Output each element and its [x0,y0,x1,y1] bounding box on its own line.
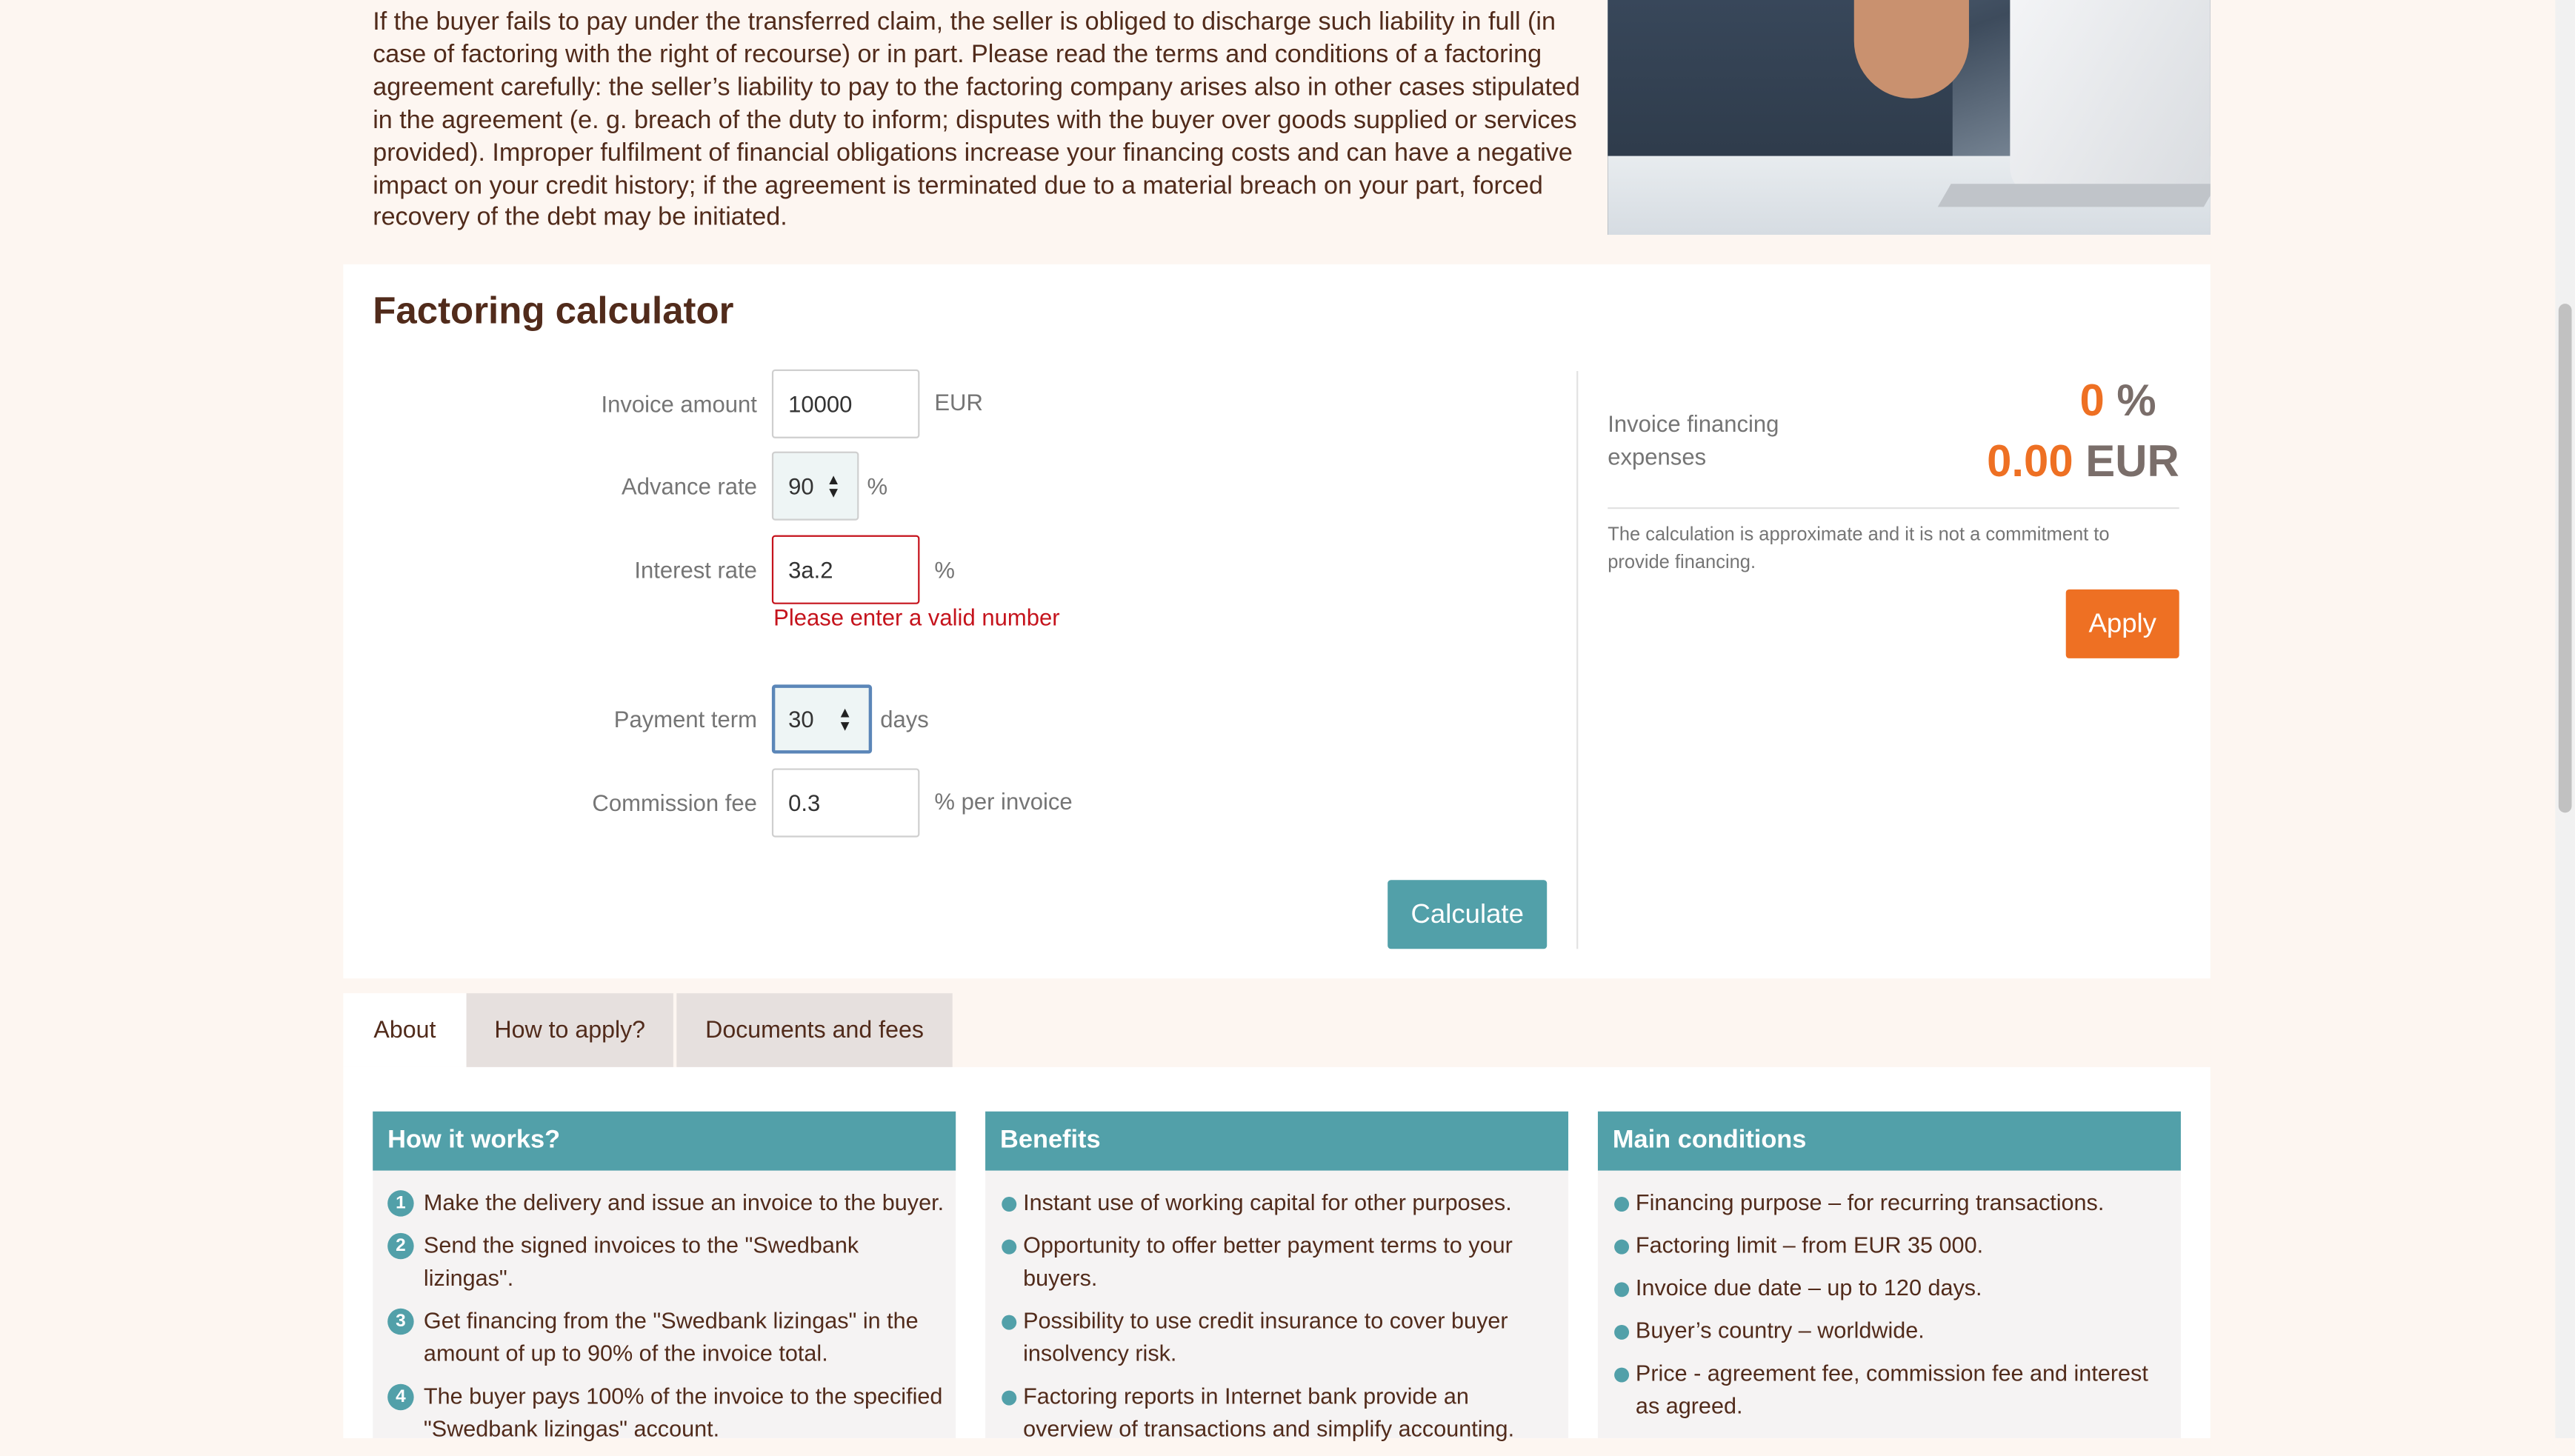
interest-rate-value: 3a.2 [788,556,833,583]
tab-about[interactable]: About [343,993,467,1067]
list-item: Financing purpose – for recurring transa… [1613,1187,2171,1220]
interest-rate-input[interactable]: 3a.2 [771,535,920,604]
main-conditions-title: Main conditions [1597,1111,2181,1171]
page-scrollbar-thumb[interactable] [2558,304,2572,813]
list-item: 3 Get financing from the "Swedbank lizin… [387,1305,946,1371]
result-disclaimer: The calculation is approximate and it is… [1608,525,2110,572]
select-arrows-icon: ▲ ▼ [826,471,842,501]
list-item-text: Price - agreement fee, commission fee an… [1635,1360,2148,1419]
list-item: Invoice due date – up to 120 days. [1613,1272,2171,1305]
benefits-card: Benefits Instant use of working capital … [985,1111,1569,1441]
interest-rate-label: Interest rate [634,556,757,583]
commission-fee-label: Commission fee [592,789,757,816]
invoice-amount-value: 10000 [788,390,853,418]
calculator-divider [1576,370,1579,949]
calculator-panel [343,264,2211,979]
step-number-badge: 4 [387,1383,414,1411]
benefits-title: Benefits [985,1111,1569,1171]
list-item-text: Factoring reports in Internet bank provi… [1023,1383,1515,1442]
list-item-text: Possibility to use credit insurance to c… [1023,1308,1508,1366]
tab-how-to-apply[interactable]: How to apply? [466,993,673,1067]
payment-term-select[interactable]: 30 ▲ ▼ [771,684,873,754]
result-percent: 0 % [2079,376,2156,427]
payment-term-value: 30 [788,706,814,732]
list-item-text: The buyer pays 100% of the invoice to th… [423,1383,943,1442]
list-item: Factoring limit – from EUR 35 000. [1613,1229,2171,1262]
result-percent-unit: % [2116,375,2156,426]
invoice-amount-unit: EUR [934,389,983,415]
bullet-icon [1002,1239,1017,1255]
bullet-icon [1002,1390,1017,1406]
how-it-works-card: How it works? 1 Make the delivery and is… [373,1111,956,1441]
list-item: Factoring reports in Internet bank provi… [1000,1380,1559,1446]
list-item-text: Instant use of working capital for other… [1023,1190,1512,1215]
result-amount-value: 0.00 [1987,436,2073,487]
list-item-text: Factoring limit – from EUR 35 000. [1635,1232,1984,1258]
invoice-amount-label: Invoice amount [601,390,757,418]
list-item: Price - agreement fee, commission fee an… [1613,1358,2171,1423]
commission-fee-input[interactable]: 0.3 [771,768,920,838]
bullet-icon [1614,1282,1630,1298]
list-item: Possibility to use credit insurance to c… [1000,1305,1559,1371]
tab-documents-and-fees[interactable]: Documents and fees [676,993,953,1067]
list-item-text: Opportunity to offer better payment term… [1023,1232,1513,1291]
list-item-text: Buyer’s country – worldwide. [1635,1318,1925,1343]
bullet-icon [1614,1239,1630,1255]
calculate-button[interactable]: Calculate [1388,880,1548,949]
step-number-badge: 2 [387,1232,414,1260]
step-number-badge: 1 [387,1190,414,1217]
list-item: Instant use of working capital for other… [1000,1187,1559,1220]
how-it-works-title: How it works? [373,1111,956,1171]
result-amount: 0.00 EUR [1987,437,2179,488]
advance-rate-label: Advance rate [622,472,757,499]
advance-rate-value: 90 [788,472,814,499]
result-percent-value: 0 [2079,375,2105,426]
advance-rate-unit: % [867,472,888,499]
main-conditions-card: Main conditions Financing purpose – for … [1597,1111,2181,1438]
commission-fee-value: 0.3 [788,789,821,816]
interest-rate-unit: % [934,556,955,583]
hero-image [1608,0,2211,236]
list-item-text: Send the signed invoices to the "Swedban… [423,1232,859,1291]
result-divider [1608,507,2179,510]
list-item-text: Invoice due date – up to 120 days. [1635,1275,1982,1300]
list-item: Opportunity to offer better payment term… [1000,1229,1559,1295]
result-amount-unit: EUR [2085,436,2179,487]
apply-button[interactable]: Apply [2065,589,2179,658]
commission-fee-unit: % per invoice [934,788,1073,815]
list-item-text: Get financing from the "Swedbank lizinga… [423,1308,919,1366]
interest-rate-error: Please enter a valid number [773,604,1060,631]
list-item-text: Make the delivery and issue an invoice t… [423,1190,945,1215]
calculator-title: Factoring calculator [373,289,734,332]
payment-term-unit: days [880,706,929,732]
list-item: 1 Make the delivery and issue an invoice… [387,1187,946,1220]
step-number-badge: 3 [387,1308,414,1335]
advance-rate-select[interactable]: 90 ▲ ▼ [771,451,859,521]
select-arrows-icon: ▲ ▼ [837,704,853,734]
list-item-text: Financing purpose – for recurring transa… [1635,1190,2105,1215]
intro-text: If the buyer fails to pay under the tran… [373,8,1580,233]
list-item: 2 Send the signed invoices to the "Swedb… [387,1229,946,1295]
bullet-icon [1614,1367,1630,1383]
bullet-icon [1614,1324,1630,1340]
invoice-amount-input[interactable]: 10000 [771,369,920,438]
list-item: Buyer’s country – worldwide. [1613,1315,2171,1348]
bullet-icon [1002,1315,1017,1330]
bullet-icon [1614,1197,1630,1212]
result-label: Invoice financing expenses [1608,410,1779,470]
payment-term-label: Payment term [613,706,757,732]
list-item: 4 The buyer pays 100% of the invoice to … [387,1380,946,1446]
bullet-icon [1002,1197,1017,1212]
